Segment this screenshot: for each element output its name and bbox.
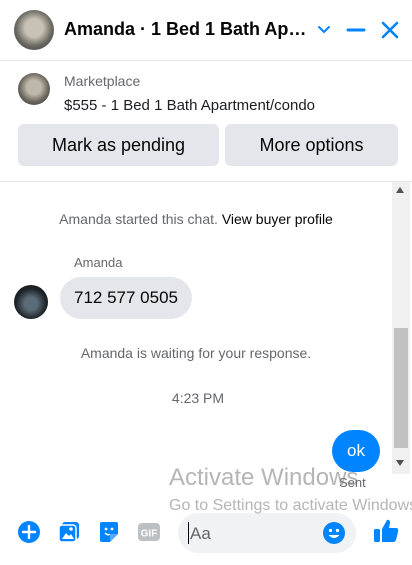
scroll-down-arrow-icon[interactable]: [396, 460, 404, 466]
scrollbar-thumb[interactable]: [394, 328, 408, 448]
minimize-button[interactable]: [344, 18, 368, 42]
chat-started-text: Amanda started this chat.: [59, 211, 218, 227]
sender-avatar[interactable]: [14, 285, 48, 319]
marketplace-label: Marketplace: [64, 73, 141, 89]
marketplace-card: Marketplace $555 - 1 Bed 1 Bath Apartmen…: [0, 61, 412, 182]
listing-thumbnail[interactable]: [18, 73, 50, 105]
close-button[interactable]: [378, 18, 402, 42]
sticker-icon: [100, 522, 118, 542]
gif-icon: GIF: [138, 523, 160, 541]
more-actions-button[interactable]: [16, 519, 42, 545]
activate-windows-subtext: Go to Settings to activate Windows.: [169, 497, 412, 514]
send-like-button[interactable]: [372, 517, 400, 545]
message-timestamp: 4:23 PM: [171, 390, 225, 406]
close-icon: [381, 21, 399, 39]
contact-avatar[interactable]: [14, 10, 54, 50]
chat-started-line: Amanda started this chat. View buyer pro…: [0, 211, 392, 227]
view-buyer-profile-link[interactable]: View buyer profile: [222, 211, 333, 227]
chat-title[interactable]: Amanda · 1 Bed 1 Bath Apartment/condo: [64, 19, 314, 40]
gif-button[interactable]: GIF: [136, 519, 162, 545]
mark-as-pending-button[interactable]: Mark as pending: [18, 124, 219, 166]
plus-icon: [18, 521, 40, 543]
text-cursor: [188, 522, 189, 544]
options-chevron-button[interactable]: [312, 18, 336, 42]
emoji-button[interactable]: [322, 521, 346, 545]
listing-title[interactable]: $555 - 1 Bed 1 Bath Apartment/condo: [64, 97, 315, 114]
emoji-icon: [323, 522, 345, 544]
scroll-up-arrow-icon[interactable]: [396, 187, 404, 193]
minimize-icon: [346, 28, 366, 32]
activate-windows-watermark: Activate Windows: [169, 464, 359, 491]
message-input[interactable]: Aa: [178, 513, 356, 553]
photo-icon: [58, 522, 79, 543]
incoming-message[interactable]: 712 577 0505: [60, 277, 192, 319]
attach-photo-button[interactable]: [56, 519, 82, 545]
svg-text:GIF: GIF: [141, 529, 158, 540]
chat-header: Amanda · 1 Bed 1 Bath Apartment/condo: [0, 0, 412, 61]
chevron-down-icon: [318, 26, 330, 34]
message-scrollbar[interactable]: [392, 182, 410, 474]
sticker-button[interactable]: [96, 519, 122, 545]
more-options-button[interactable]: More options: [225, 124, 398, 166]
message-list: Amanda started this chat. View buyer pro…: [0, 182, 412, 500]
sender-name: Amanda: [74, 255, 123, 270]
message-placeholder: Aa: [190, 524, 211, 543]
waiting-notice: Amanda is waiting for your response.: [80, 345, 312, 361]
thumbs-up-icon: [374, 519, 399, 542]
